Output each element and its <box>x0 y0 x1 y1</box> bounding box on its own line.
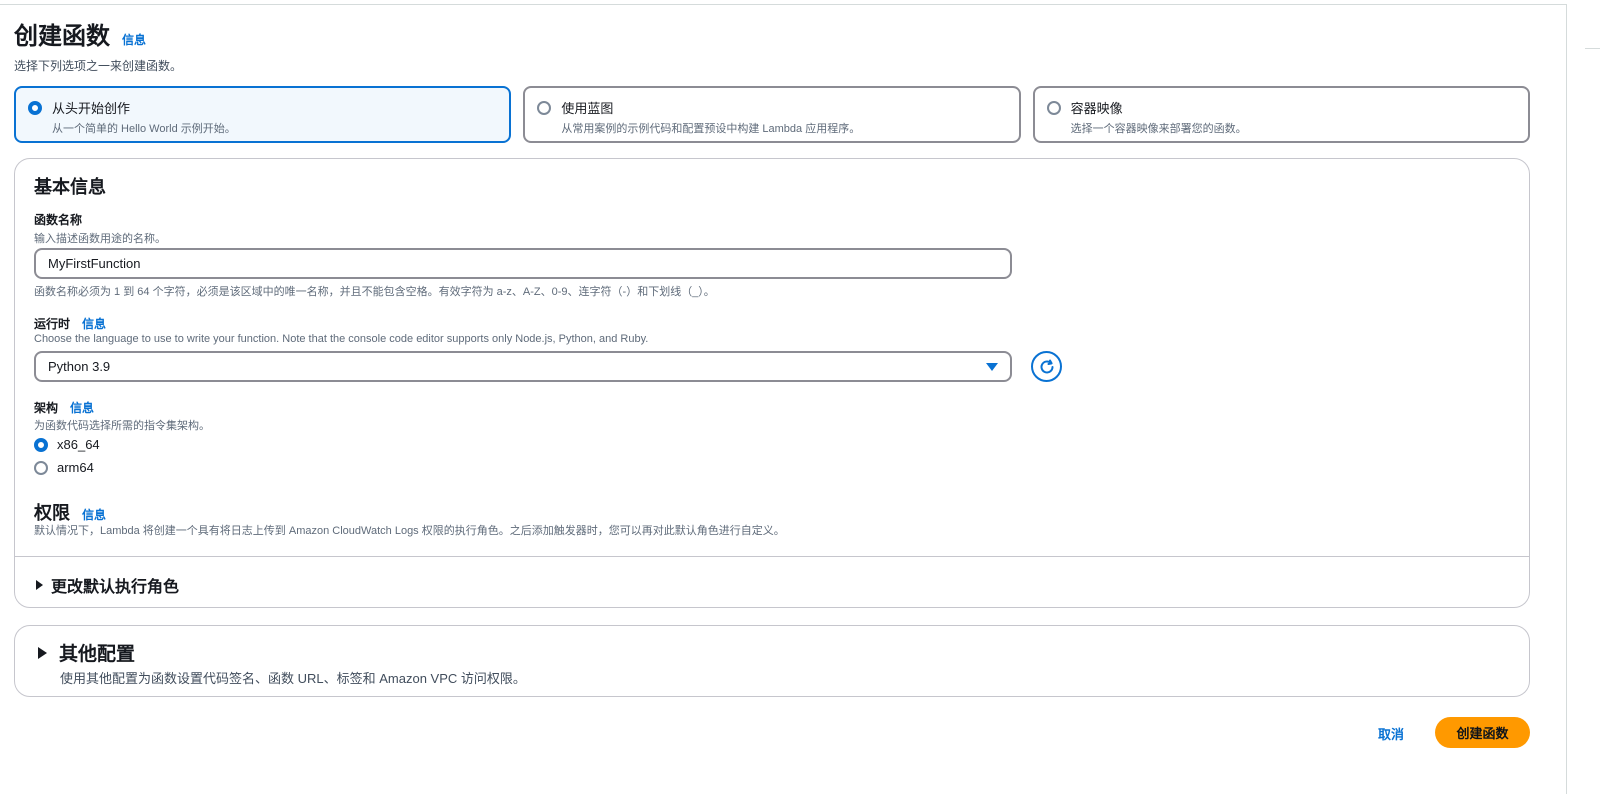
basic-info-heading: 基本信息 <box>34 177 106 197</box>
option-label: 使用蓝图 <box>561 101 614 116</box>
refresh-button[interactable] <box>1031 351 1062 382</box>
function-name-constraint: 函数名称必须为 1 到 64 个字符，必须是该区域中的唯一名称，并且不能包含空格… <box>34 286 715 298</box>
permissions-description: 默认情况下，Lambda 将创建一个具有将日志上传到 Amazon CloudW… <box>34 525 785 537</box>
top-divider <box>0 4 1566 5</box>
option-description: 从一个简单的 Hello World 示例开始。 <box>52 123 236 135</box>
architecture-label-text: 架构 <box>34 401 59 415</box>
cancel-button[interactable]: 取消 <box>1378 724 1404 743</box>
permissions-info-link[interactable]: 信息 <box>82 506 106 523</box>
option-author-from-scratch[interactable]: 从头开始创作 从一个简单的 Hello World 示例开始。 <box>14 86 512 143</box>
radio-selected-icon[interactable] <box>34 437 48 452</box>
page-description: 选择下列选项之一来创建函数。 <box>14 59 183 73</box>
architecture-option-x86[interactable]: x86_64 <box>34 437 100 452</box>
option-description: 选择一个容器映像来部署您的函数。 <box>1070 123 1247 135</box>
advanced-settings-description: 使用其他配置为函数设置代码签名、函数 URL、标签和 Amazon VPC 访问… <box>60 671 526 686</box>
expander-label: 更改默认执行角色 <box>51 579 180 596</box>
caret-right-icon <box>36 580 43 590</box>
runtime-label-text: 运行时 <box>34 317 71 331</box>
architecture-option-label: arm64 <box>57 460 94 475</box>
advanced-settings-expander[interactable]: 其他配置 <box>38 639 135 666</box>
function-name-label-text: 函数名称 <box>34 213 83 227</box>
creation-method-tiles: 从头开始创作 从一个简单的 Hello World 示例开始。 使用蓝图 从常用… <box>14 86 1530 143</box>
runtime-info-link[interactable]: 信息 <box>82 315 106 332</box>
option-text: 使用蓝图 从常用案例的示例代码和配置预设中构建 Lambda 应用程序。 <box>561 98 860 135</box>
runtime-label: 运行时 信息 <box>34 315 106 332</box>
option-text: 容器映像 选择一个容器映像来部署您的函数。 <box>1070 98 1247 135</box>
caret-down-icon <box>986 362 998 371</box>
option-label: 容器映像 <box>1070 101 1123 116</box>
right-edge-tick <box>1585 48 1600 49</box>
architecture-label: 架构 信息 <box>34 399 94 416</box>
runtime-description: Choose the language to use to write your… <box>34 333 649 345</box>
right-divider <box>1566 4 1567 794</box>
architecture-option-arm64[interactable]: arm64 <box>34 460 94 475</box>
option-text: 从头开始创作 从一个简单的 Hello World 示例开始。 <box>52 98 236 135</box>
refresh-icon <box>1040 359 1053 373</box>
architecture-option-label: x86_64 <box>57 437 100 452</box>
page-title: 创建函数 <box>14 23 110 50</box>
advanced-settings-panel: 其他配置 使用其他配置为函数设置代码签名、函数 URL、标签和 Amazon V… <box>14 625 1530 697</box>
change-execution-role-expander[interactable]: 更改默认执行角色 <box>36 573 179 597</box>
function-name-input[interactable]: MyFirstFunction <box>34 248 1012 279</box>
panel-divider <box>15 556 1529 557</box>
architecture-description: 为函数代码选择所需的指令集架构。 <box>34 420 210 432</box>
radio-unselected-icon[interactable] <box>1046 101 1061 115</box>
basic-info-panel: 基本信息 函数名称 输入描述函数用途的名称。 MyFirstFunction 函… <box>14 158 1530 608</box>
architecture-info-link[interactable]: 信息 <box>70 399 94 416</box>
advanced-settings-heading: 其他配置 <box>59 644 136 665</box>
function-name-description: 输入描述函数用途的名称。 <box>34 233 166 245</box>
create-function-button[interactable]: 创建函数 <box>1435 717 1530 748</box>
caret-right-icon <box>38 646 47 659</box>
title-row: 创建函数 信息 <box>14 16 182 51</box>
option-label: 从头开始创作 <box>52 101 131 116</box>
runtime-select[interactable]: Python 3.9 <box>34 351 1012 382</box>
title-info-link[interactable]: 信息 <box>122 31 146 48</box>
radio-unselected-icon[interactable] <box>34 460 48 475</box>
option-use-blueprint[interactable]: 使用蓝图 从常用案例的示例代码和配置预设中构建 Lambda 应用程序。 <box>523 86 1021 143</box>
runtime-selected-value: Python 3.9 <box>48 359 111 374</box>
option-description: 从常用案例的示例代码和配置预设中构建 Lambda 应用程序。 <box>561 123 861 135</box>
radio-unselected-icon[interactable] <box>537 101 552 115</box>
function-name-value: MyFirstFunction <box>48 256 141 271</box>
page-header: 创建函数 信息 选择下列选项之一来创建函数。 <box>14 16 182 74</box>
function-name-label: 函数名称 <box>34 211 82 228</box>
option-container-image[interactable]: 容器映像 选择一个容器映像来部署您的函数。 <box>1032 86 1530 143</box>
radio-selected-icon[interactable] <box>28 101 42 115</box>
